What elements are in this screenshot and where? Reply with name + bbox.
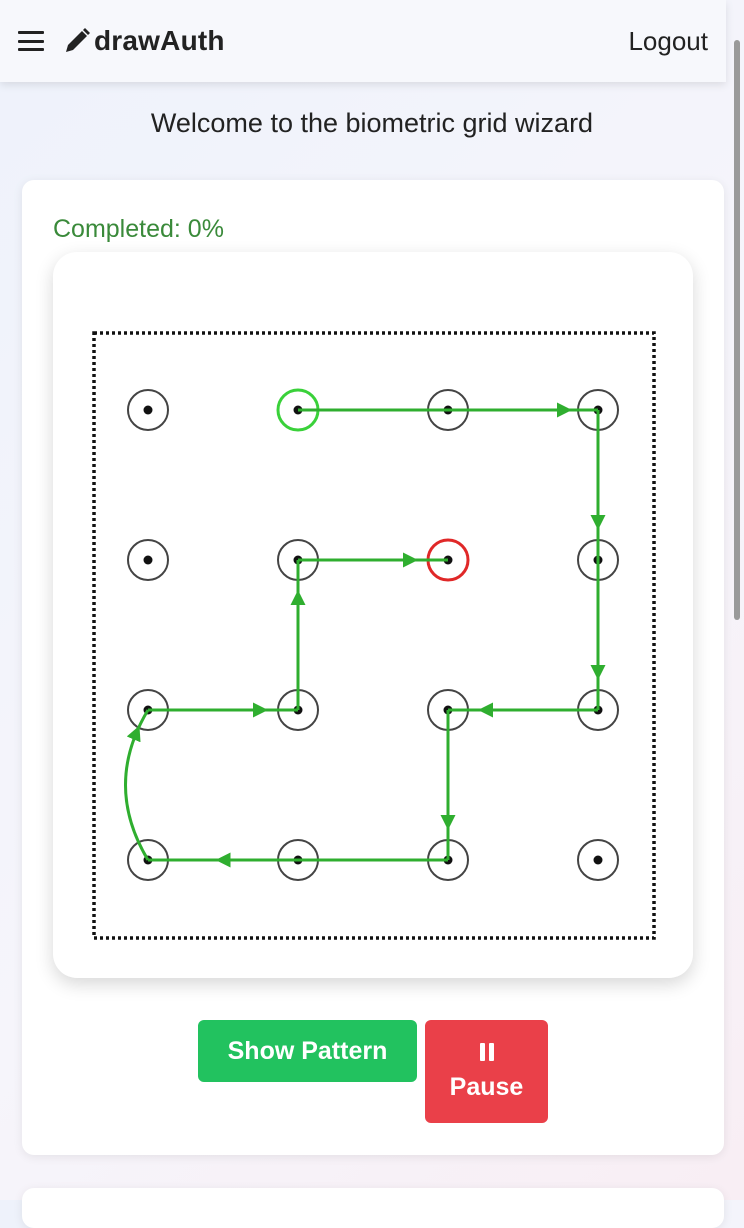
grid-boundary: [92, 331, 656, 940]
grid-node[interactable]: [127, 389, 169, 431]
hamburger-icon[interactable]: [18, 31, 44, 51]
node-dot: [143, 555, 153, 565]
grid-node[interactable]: [127, 539, 169, 581]
pause-icon: [479, 1043, 494, 1061]
pattern-curve: [124, 709, 150, 861]
show-pattern-button[interactable]: Show Pattern: [198, 1020, 417, 1082]
pause-button[interactable]: Pause: [425, 1020, 548, 1123]
top-navbar: drawAuth Logout: [0, 0, 726, 82]
brand[interactable]: drawAuth: [62, 25, 225, 57]
brand-name: drawAuth: [94, 25, 225, 56]
node-dot: [143, 405, 153, 415]
logout-link[interactable]: Logout: [628, 26, 708, 57]
path-arrow: [126, 725, 141, 743]
progress-label: Completed: 0%: [53, 215, 224, 243]
pattern-grid[interactable]: [53, 252, 693, 978]
next-card: [22, 1188, 724, 1228]
welcome-heading: Welcome to the biometric grid wizard: [150, 108, 594, 138]
node-dot: [593, 855, 603, 865]
pause-label: Pause: [449, 1073, 524, 1101]
grid-node[interactable]: [577, 839, 619, 881]
scrollbar[interactable]: [733, 10, 741, 1200]
pencil-icon: [66, 28, 90, 52]
